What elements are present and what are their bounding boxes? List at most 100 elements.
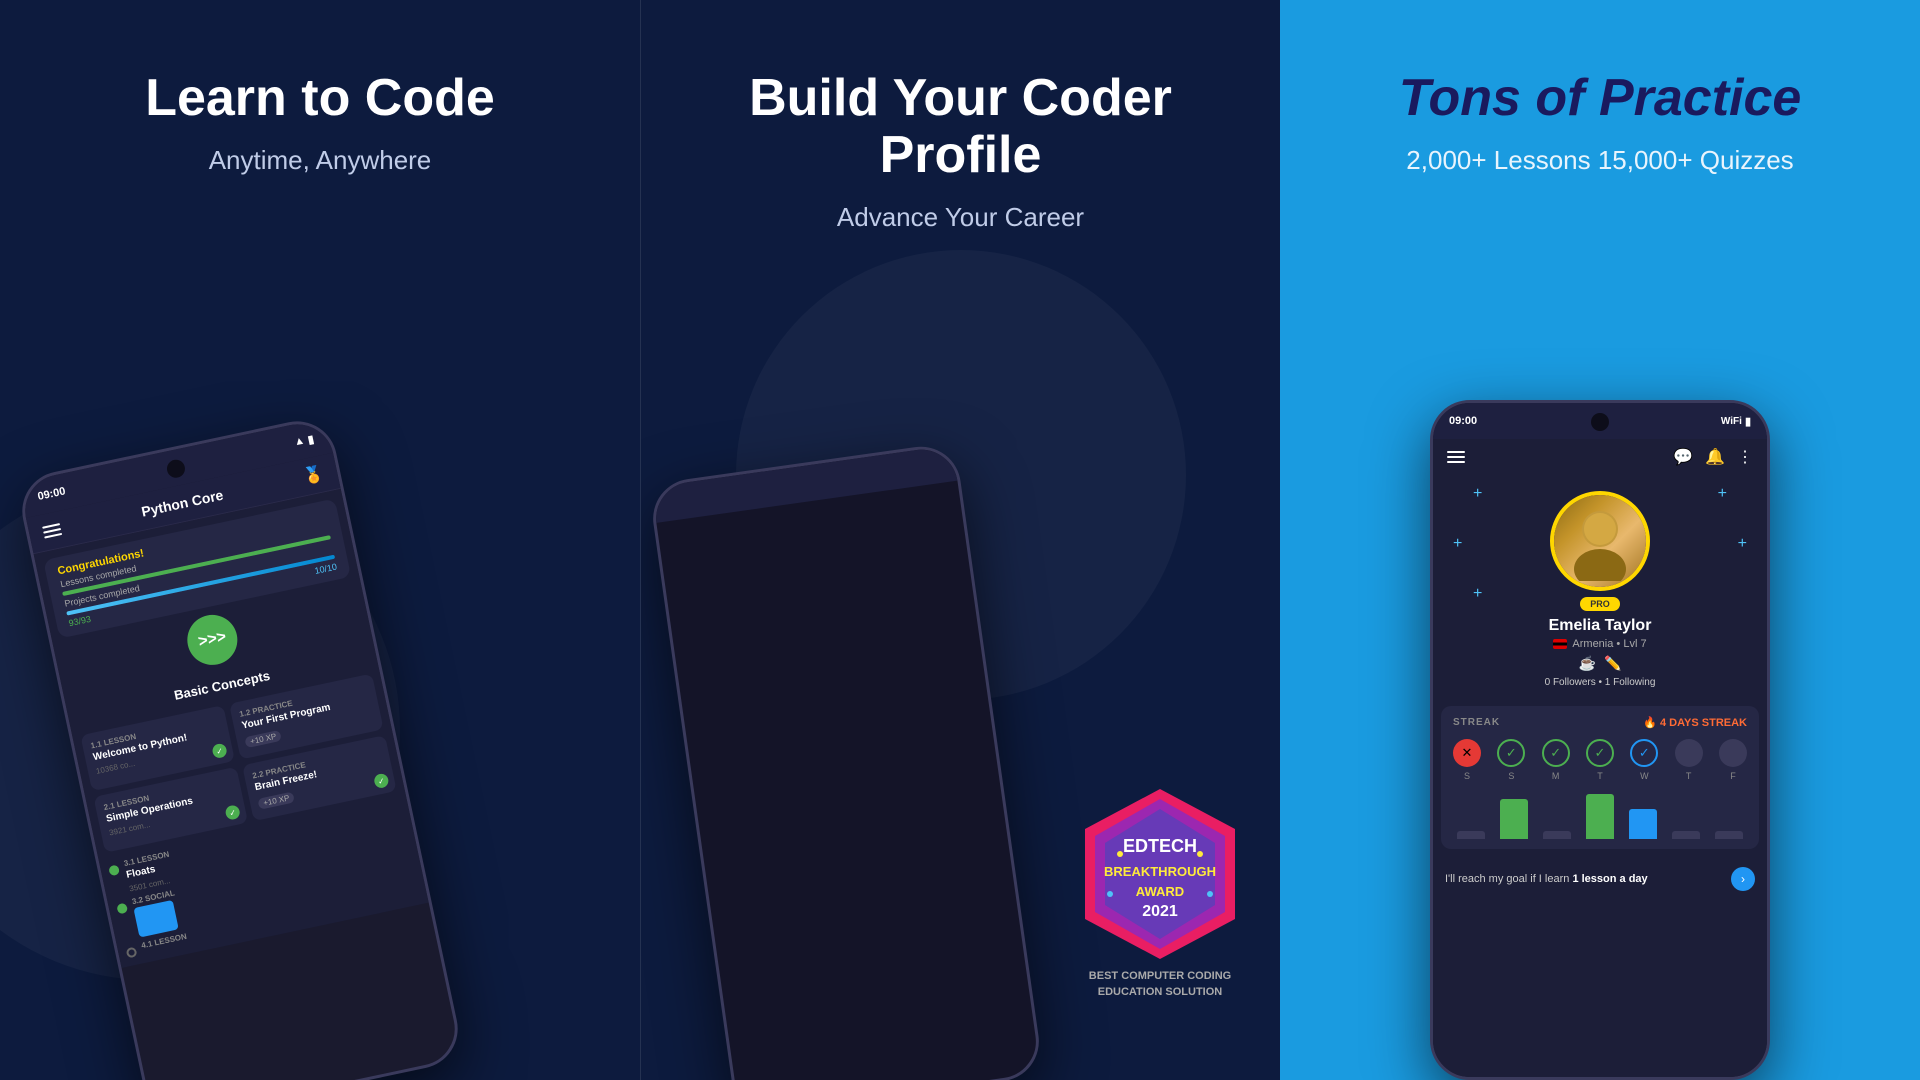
bar-5 (1629, 809, 1657, 839)
more-icon[interactable]: ⋮ (1737, 447, 1753, 467)
star-3 (1107, 891, 1113, 897)
day-label-t1: T (1597, 771, 1603, 781)
time-3: 09:00 (1449, 415, 1477, 427)
award-footer-text: BEST COMPUTER CODING EDUCATION SOLUTION (1080, 969, 1240, 1000)
lesson-4-check: ✓ (373, 773, 390, 790)
streak-day-f: F (1719, 739, 1747, 781)
day-label-w: W (1640, 771, 1649, 781)
course-title-1: Python Core (140, 487, 225, 520)
plus-deco-4: + (1738, 535, 1747, 553)
timeline-dot-5 (108, 864, 120, 876)
lesson-1-check: ✓ (211, 743, 228, 760)
streak-day-m: ✓ M (1542, 739, 1570, 781)
bar-3 (1543, 831, 1571, 839)
award-text-3: AWARD (1136, 884, 1184, 899)
streak-day-s2: ✓ S (1497, 739, 1525, 781)
phone-frame-1: 09:00 ▲ ▮ Python Core 🏅 Congratulations! (15, 414, 465, 1080)
chat-icon[interactable]: 💬 (1673, 447, 1693, 467)
day-circle-s1: ✕ (1453, 739, 1481, 767)
profile-avatar-area: + + + + + (1433, 475, 1767, 698)
phone-frame-3: 09:00 WiFi ▮ 💬 🔔 ⋮ (1430, 400, 1770, 1080)
day-circle-w: ✓ (1630, 739, 1658, 767)
goal-arrow-button[interactable]: › (1731, 867, 1755, 891)
phone-mockup-3: 09:00 WiFi ▮ 💬 🔔 ⋮ (1430, 400, 1770, 1080)
hamburger-icon-1 (42, 523, 62, 538)
profile-location: Armenia • Lvl 7 (1572, 638, 1646, 650)
day-circle-t2 (1675, 739, 1703, 767)
lessons-count: 93/93 (68, 614, 92, 628)
status-icons-1: ▲ ▮ (293, 432, 315, 449)
profile-header-bar: 💬 🔔 ⋮ (1433, 439, 1767, 475)
star-2 (1197, 851, 1203, 857)
day-label-f: F (1730, 771, 1736, 781)
hamburger-icon-3 (1447, 451, 1465, 463)
phone-mockup-1: 09:00 ▲ ▮ Python Core 🏅 Congratulations! (15, 414, 465, 1080)
goal-footer: I'll reach my goal if I learn 1 lesson a… (1433, 857, 1767, 901)
avatar-svg (1560, 501, 1640, 581)
profile-name: Emelia Taylor (1549, 617, 1652, 635)
profile-info: Armenia • Lvl 7 (1553, 638, 1646, 650)
panel-tons-of-practice: Tons of Practice 2,000+ Lessons 15,000+ … (1280, 0, 1920, 1080)
panel2-title: Build Your Coder Profile (641, 70, 1280, 184)
activity-bars (1453, 789, 1747, 839)
play-button[interactable]: >>> (183, 610, 242, 669)
star-4 (1207, 891, 1213, 897)
panel2-subtitle: Advance Your Career (837, 202, 1084, 233)
phone-notch-3 (1591, 413, 1609, 431)
flag-icon (1553, 639, 1567, 649)
pro-badge: PRO (1580, 597, 1620, 611)
streak-header: STREAK 🔥 4 DAYS STREAK (1453, 716, 1747, 729)
lesson-2-xp: +10 XP (244, 730, 282, 748)
panel-coder-profile: Build Your Coder Profile Advance Your Ca… (640, 0, 1280, 1080)
bar-2 (1500, 799, 1528, 839)
bar-6 (1672, 831, 1700, 839)
lesson-3-check: ✓ (224, 804, 241, 821)
timeline-dot-7 (126, 947, 138, 959)
plus-deco-3: + (1453, 535, 1462, 553)
streak-day-w: ✓ W (1630, 739, 1658, 781)
panel3-subtitle: 2,000+ Lessons 15,000+ Quizzes (1406, 145, 1793, 176)
avatar-face (1554, 495, 1646, 587)
day-circle-t1: ✓ (1586, 739, 1614, 767)
award-badge-svg: EDTECH BREAKTHROUGH AWARD 2021 (1080, 784, 1240, 964)
award-text-year: 2021 (1142, 903, 1178, 920)
wifi-icon-3: WiFi (1721, 416, 1742, 427)
cup-icon: ☕ (1579, 655, 1596, 672)
day-label-m: M (1552, 771, 1560, 781)
profile-icons-row: ☕ ✏️ (1579, 655, 1622, 672)
bar-4 (1586, 794, 1614, 839)
panel1-title: Learn to Code (105, 70, 535, 127)
social-icon-placeholder (133, 900, 178, 938)
goal-text-bold: 1 lesson a day (1572, 873, 1647, 885)
bar-1 (1457, 831, 1485, 839)
profile-top-actions: 💬 🔔 ⋮ (1673, 447, 1753, 467)
pencil-icon: ✏️ (1604, 655, 1621, 672)
plus-deco-1: + (1473, 485, 1482, 503)
goal-text-prefix: I'll reach my goal if I learn (1445, 873, 1569, 885)
day-circle-s2: ✓ (1497, 739, 1525, 767)
medal-icon: 🏅 (302, 463, 326, 487)
wifi-icon: ▲ (293, 434, 306, 448)
day-label-s2: S (1508, 771, 1514, 781)
profile-screen: 💬 🔔 ⋮ + + + + + (1433, 439, 1767, 1080)
time-1: 09:00 (37, 485, 67, 503)
status-icons-3: WiFi ▮ (1721, 415, 1751, 428)
lesson-4-xp: +10 XP (257, 791, 295, 809)
bell-icon[interactable]: 🔔 (1705, 447, 1725, 467)
panel1-subtitle: Anytime, Anywhere (209, 145, 432, 176)
panel3-title: Tons of Practice (1359, 70, 1842, 127)
panel-learn-to-code: Learn to Code Anytime, Anywhere 09:00 ▲ … (0, 0, 640, 1080)
followers-info: 0 Followers • 1 Following (1545, 677, 1656, 688)
streak-count: 🔥 4 DAYS STREAK (1643, 716, 1747, 729)
bar-7 (1715, 831, 1743, 839)
award-badge-container: EDTECH BREAKTHROUGH AWARD 2021 BEST COMP… (1080, 784, 1240, 1000)
day-label-t2: T (1686, 771, 1692, 781)
day-label-s1: S (1464, 771, 1470, 781)
streak-label: STREAK (1453, 717, 1500, 728)
day-circle-m: ✓ (1542, 739, 1570, 767)
streak-day-t2: T (1675, 739, 1703, 781)
play-icon: >>> (197, 628, 228, 651)
streak-day-t1: ✓ T (1586, 739, 1614, 781)
battery-icon-3: ▮ (1745, 415, 1751, 428)
streak-section: STREAK 🔥 4 DAYS STREAK ✕ S ✓ S (1441, 706, 1759, 849)
